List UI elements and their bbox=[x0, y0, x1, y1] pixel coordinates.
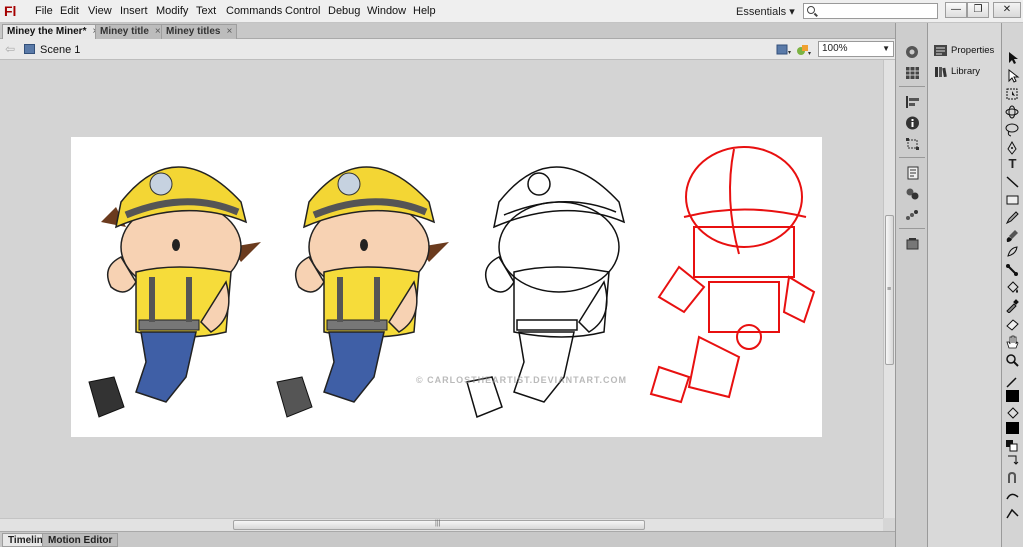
tab-miney-title[interactable]: Miney title × bbox=[95, 24, 166, 39]
info-panel-icon[interactable] bbox=[905, 116, 920, 130]
snap-to-objects-icon[interactable] bbox=[1005, 471, 1020, 485]
stroke-color-icon[interactable] bbox=[1005, 375, 1020, 389]
menu-insert[interactable]: Insert bbox=[120, 5, 148, 17]
menu-help[interactable]: Help bbox=[413, 5, 436, 17]
transform-panel-icon[interactable] bbox=[905, 137, 920, 151]
chevron-down-icon: ▾ bbox=[789, 6, 795, 18]
menu-commands[interactable]: Commands bbox=[226, 5, 282, 17]
menu-bar: Fl File Edit View Insert Modify Text Com… bbox=[0, 0, 1023, 23]
bone-tool-icon[interactable] bbox=[1005, 263, 1020, 277]
deco-tool-icon[interactable] bbox=[1005, 245, 1020, 259]
scene-panel-icon[interactable] bbox=[905, 237, 920, 251]
close-icon[interactable]: × bbox=[155, 26, 161, 37]
library-label: Library bbox=[951, 66, 981, 78]
tab-miney-the-miner[interactable]: Miney the Miner*× bbox=[2, 24, 104, 39]
align-panel-icon[interactable] bbox=[905, 95, 920, 109]
tab-label: Miney title bbox=[100, 26, 149, 37]
miner-color-full bbox=[88, 166, 261, 418]
fill-color-swatch[interactable] bbox=[1006, 422, 1019, 434]
selection-tool-icon[interactable] bbox=[1005, 51, 1020, 65]
grip-icon: ≡ bbox=[887, 286, 892, 293]
grip-icon: ||| bbox=[435, 520, 441, 527]
color-panel-icon[interactable] bbox=[905, 45, 920, 59]
eraser-tool-icon[interactable] bbox=[1005, 317, 1020, 331]
3d-rotation-tool-icon[interactable] bbox=[1005, 105, 1020, 119]
swatches-panel-icon[interactable] bbox=[905, 66, 920, 80]
components-panel-icon[interactable] bbox=[905, 187, 920, 201]
watermark-text: © CARLOSTHEARTIST.DEVIANTART.COM bbox=[416, 375, 627, 385]
default-colors-icon[interactable] bbox=[1005, 439, 1020, 453]
rectangle-tool-icon[interactable] bbox=[1005, 193, 1020, 207]
menu-control[interactable]: Control bbox=[285, 5, 320, 17]
properties-label: Properties bbox=[951, 45, 995, 57]
menu-text[interactable]: Text bbox=[196, 5, 216, 17]
search-icon bbox=[807, 6, 815, 14]
menu-modify[interactable]: Modify bbox=[156, 5, 188, 17]
motion-presets-icon[interactable] bbox=[905, 208, 920, 222]
edit-bar: ⇦ Scene 1 100% ▼ bbox=[0, 39, 895, 60]
chevron-down-icon: ▼ bbox=[882, 44, 890, 53]
library-icon bbox=[935, 67, 947, 77]
tab-miney-titles[interactable]: Miney titles × bbox=[161, 24, 238, 39]
scene-icon bbox=[24, 44, 35, 54]
library-panel-link[interactable]: Library bbox=[934, 66, 980, 77]
properties-panel-link[interactable]: Properties bbox=[934, 45, 994, 56]
pencil-tool-icon[interactable] bbox=[1005, 211, 1020, 225]
workspace-switcher[interactable]: Essentials ▾ bbox=[736, 5, 795, 18]
tab-label: Miney titles bbox=[166, 26, 221, 37]
minimize-button[interactable]: — bbox=[945, 2, 967, 18]
paint-bucket-tool-icon[interactable] bbox=[1005, 281, 1020, 295]
code-snippets-icon[interactable] bbox=[905, 166, 920, 180]
pen-tool-icon[interactable] bbox=[1005, 141, 1020, 155]
line-tool-icon[interactable] bbox=[1005, 175, 1020, 189]
tab-motion-editor[interactable]: Motion Editor bbox=[42, 533, 119, 547]
restore-button[interactable]: ❐ bbox=[967, 2, 989, 18]
help-search-input[interactable] bbox=[803, 3, 938, 19]
zoom-tool-icon[interactable] bbox=[1005, 353, 1020, 367]
vertical-scrollbar[interactable]: ≡ bbox=[883, 60, 895, 518]
panel-icon-strip bbox=[895, 23, 928, 547]
menu-file[interactable]: File bbox=[35, 5, 53, 17]
panel-column: Properties Library bbox=[928, 23, 1002, 547]
menu-window[interactable]: Window bbox=[367, 5, 406, 17]
divider bbox=[899, 157, 925, 158]
divider bbox=[899, 228, 925, 229]
straighten-icon[interactable] bbox=[1005, 507, 1020, 521]
scene-label[interactable]: Scene 1 bbox=[40, 44, 80, 56]
workspace-label: Essentials bbox=[736, 6, 787, 18]
brush-tool-icon[interactable] bbox=[1005, 229, 1020, 243]
divider bbox=[899, 86, 925, 87]
menu-view[interactable]: View bbox=[88, 5, 112, 17]
subselection-tool-icon[interactable] bbox=[1005, 69, 1020, 83]
stage-canvas[interactable]: © CARLOSTHEARTIST.DEVIANTART.COM bbox=[71, 137, 822, 437]
menu-edit[interactable]: Edit bbox=[60, 5, 79, 17]
miner-sketch bbox=[649, 146, 816, 404]
zoom-select[interactable]: 100% ▼ bbox=[818, 41, 894, 57]
eyedropper-tool-icon[interactable] bbox=[1005, 299, 1020, 313]
pasteboard[interactable]: © CARLOSTHEARTIST.DEVIANTART.COM bbox=[0, 60, 883, 518]
properties-icon bbox=[934, 45, 947, 56]
hand-tool-icon[interactable] bbox=[1005, 335, 1020, 349]
close-icon[interactable]: × bbox=[226, 26, 232, 37]
swap-colors-icon[interactable] bbox=[1005, 453, 1020, 467]
zoom-value: 100% bbox=[822, 43, 848, 54]
text-tool-icon[interactable]: T bbox=[1005, 157, 1020, 171]
stroke-color-swatch[interactable] bbox=[1006, 390, 1019, 402]
smooth-icon[interactable] bbox=[1005, 489, 1020, 503]
edit-scene-icon[interactable] bbox=[776, 42, 792, 57]
tab-label: Miney the Miner* bbox=[7, 26, 87, 37]
back-arrow-icon[interactable]: ⇦ bbox=[5, 42, 15, 56]
menu-debug[interactable]: Debug bbox=[328, 5, 360, 17]
document-tab-bar: Miney the Miner*× Miney title× Miney tit… bbox=[0, 23, 895, 39]
flash-logo: Fl bbox=[4, 3, 17, 19]
horizontal-scrollbar[interactable]: ||| bbox=[0, 518, 883, 531]
fill-color-icon[interactable] bbox=[1005, 407, 1020, 421]
edit-symbols-icon[interactable] bbox=[796, 42, 812, 57]
free-transform-tool-icon[interactable] bbox=[1005, 87, 1020, 101]
close-button[interactable]: ✕ bbox=[993, 2, 1021, 18]
lasso-tool-icon[interactable] bbox=[1005, 123, 1020, 137]
bottom-panel-tabs: Timeline Motion Editor bbox=[0, 531, 895, 547]
tools-panel: T bbox=[1002, 23, 1023, 547]
artwork bbox=[88, 146, 816, 419]
